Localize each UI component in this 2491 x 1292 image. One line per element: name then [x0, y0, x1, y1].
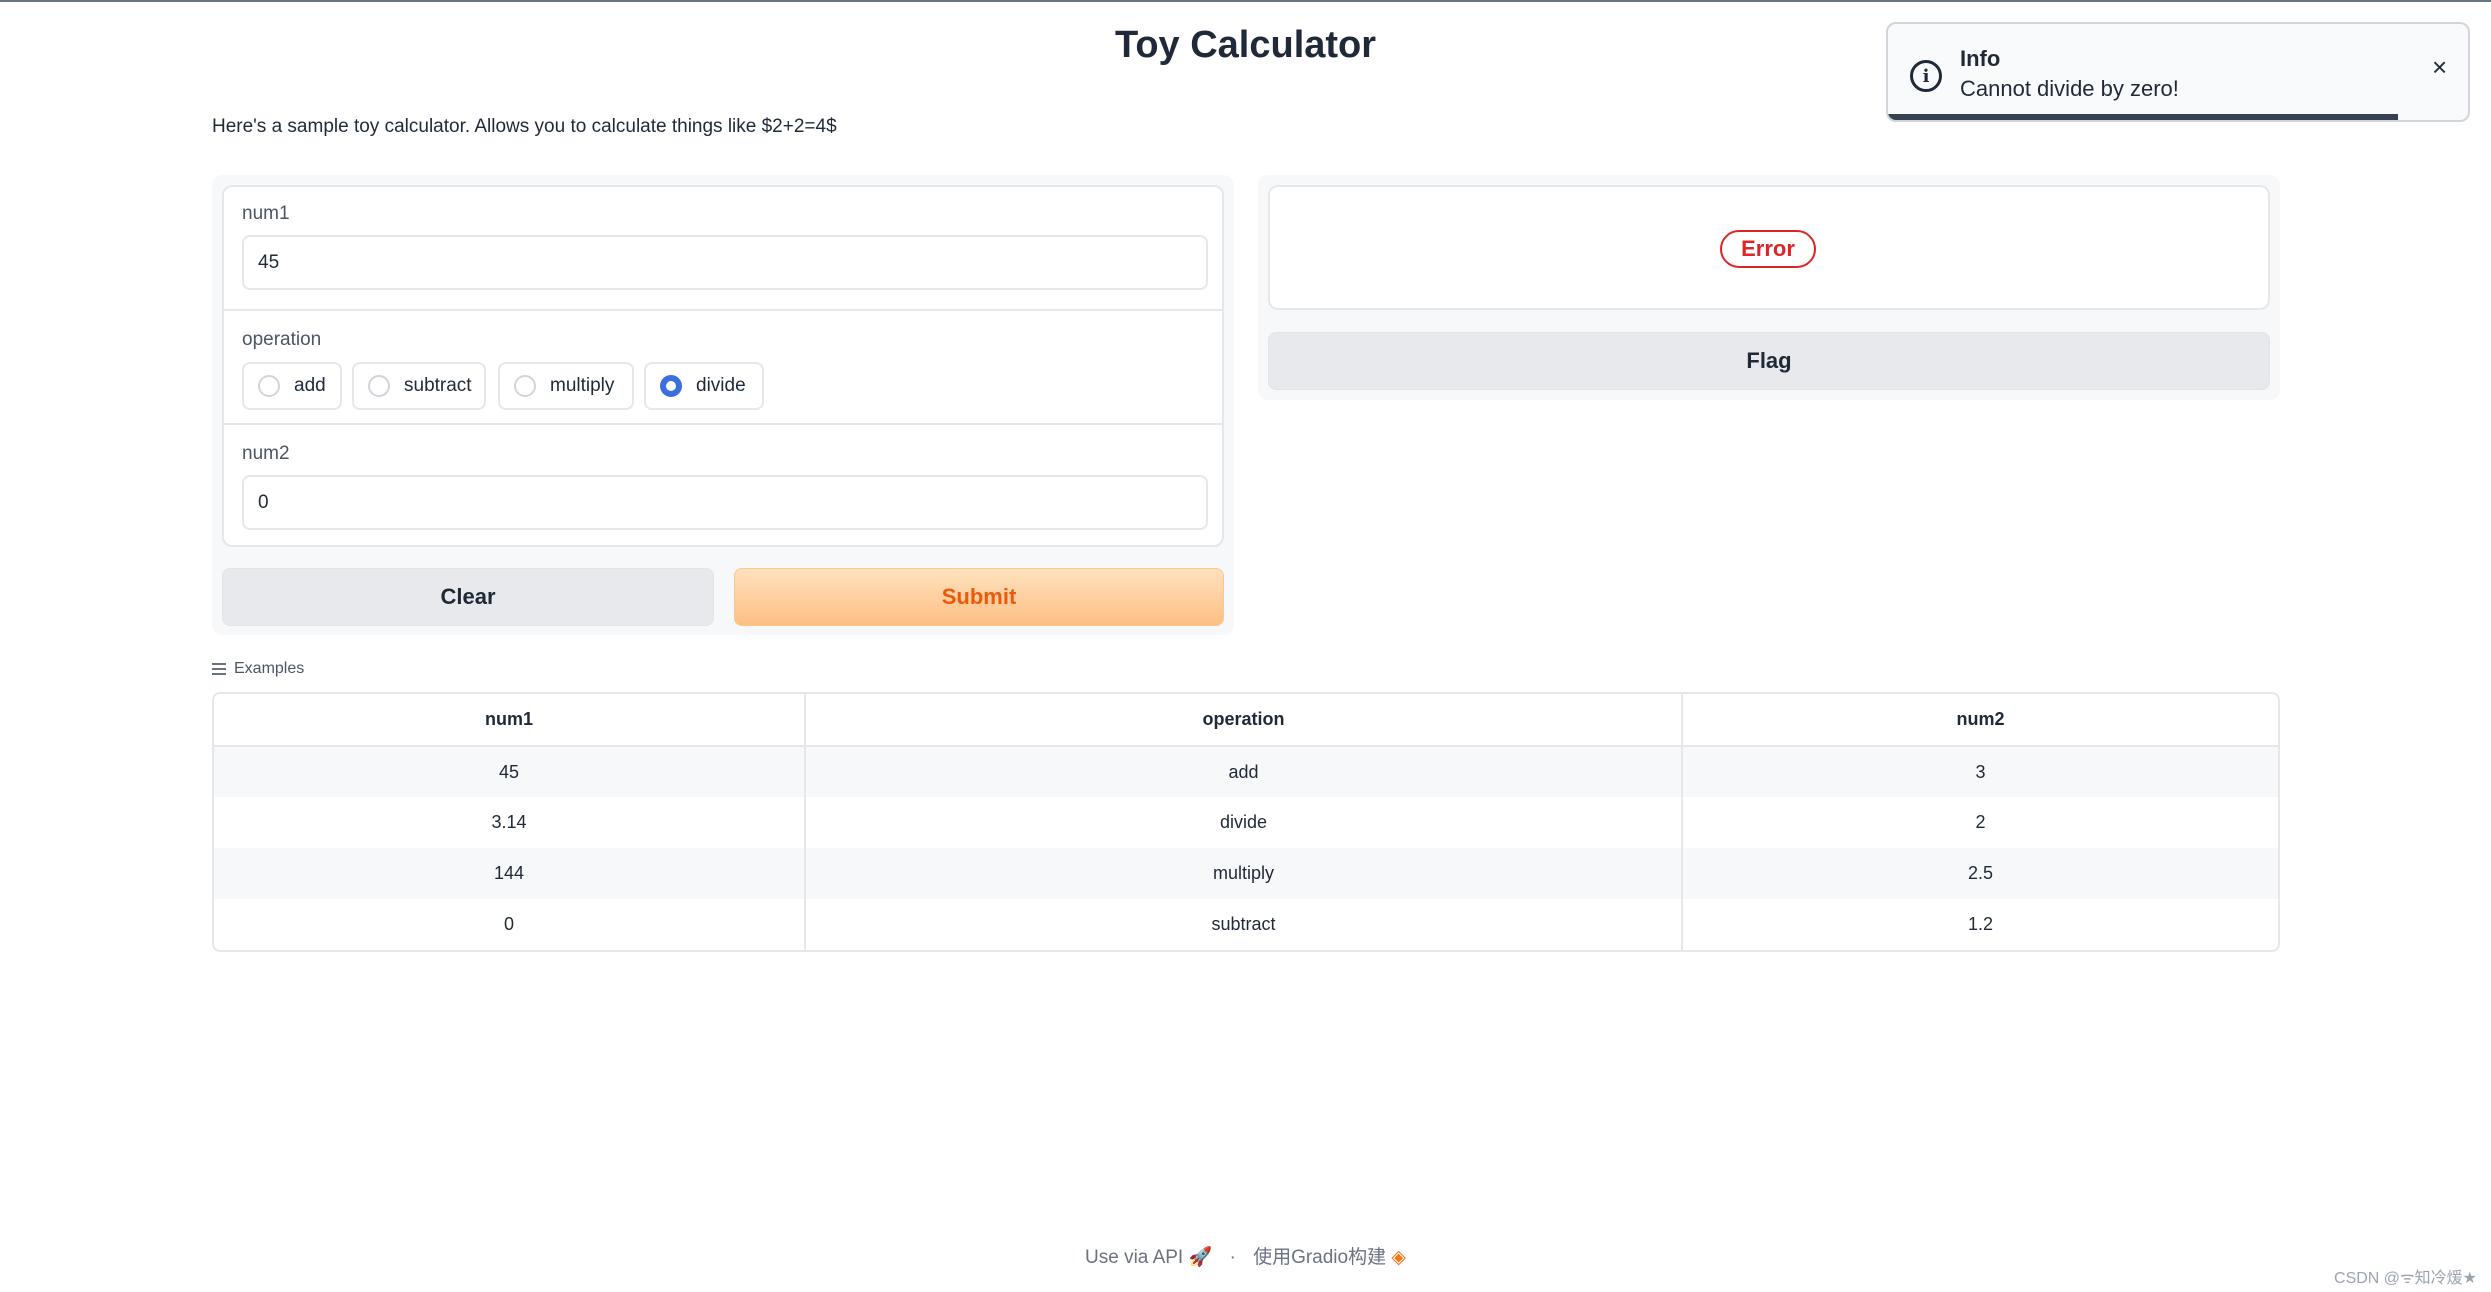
table-cell: subtract — [804, 899, 1682, 950]
num2-label: num2 — [242, 443, 290, 464]
radio-label: multiply — [550, 375, 615, 396]
radio-selected-icon — [660, 375, 682, 397]
radio-label: subtract — [404, 375, 472, 396]
table-row[interactable]: 0 subtract 1.2 — [214, 899, 2278, 950]
column-header-num1: num1 — [214, 694, 805, 747]
examples-table: num1 operation num2 45 add 3 3.14 divide… — [212, 692, 2280, 952]
divider — [224, 309, 1222, 311]
radio-multiply[interactable]: multiply — [498, 362, 634, 410]
radio-circle-icon — [258, 375, 280, 397]
footer: Use via API 🚀 · 使用Gradio构建 ◈ — [0, 1242, 2491, 1269]
built-with-gradio-link[interactable]: 使用Gradio构建 ◈ — [1253, 1247, 1406, 1268]
error-badge: Error — [1720, 230, 1816, 268]
table-cell: 0 — [503, 914, 514, 934]
rocket-icon: 🚀 — [1188, 1247, 1213, 1268]
radio-add[interactable]: add — [242, 362, 342, 410]
table-cell: 45 — [214, 746, 805, 797]
flag-button[interactable]: Flag — [1268, 332, 2270, 390]
top-border — [0, 0, 2491, 2]
table-cell: 144 — [214, 848, 805, 899]
operation-label: operation — [242, 329, 322, 350]
table-row[interactable]: 144 multiply 2.5 — [214, 848, 2278, 899]
num2-input[interactable] — [242, 475, 1208, 530]
radio-circle-icon — [514, 375, 536, 397]
num1-input[interactable] — [242, 235, 1208, 290]
close-icon[interactable]: × — [2432, 52, 2447, 83]
input-form: num1 operation add subtract multiply div… — [222, 185, 1224, 547]
table-cell: divide — [804, 797, 1682, 848]
table-cell: multiply — [804, 848, 1682, 899]
list-icon — [212, 663, 226, 675]
table-cell: 2.5 — [1681, 848, 2278, 899]
table-cell: 3 — [1681, 746, 2278, 797]
table-cell: 2 — [1681, 797, 2278, 848]
table-cell: 1.2 — [1681, 899, 2278, 950]
toast-progress-bar — [1888, 114, 2399, 120]
radio-circle-icon — [368, 375, 390, 397]
use-via-api-link[interactable]: Use via API 🚀 — [1085, 1247, 1212, 1268]
table-row[interactable]: 45 add 3 — [214, 746, 2278, 797]
radio-subtract[interactable]: subtract — [352, 362, 486, 410]
radio-divide[interactable]: divide — [644, 362, 764, 410]
submit-button[interactable]: Submit — [734, 568, 1224, 626]
footer-separator: · — [1229, 1247, 1236, 1268]
column-header-operation: operation — [804, 694, 1682, 747]
toast-title: Info — [1960, 46, 2001, 71]
info-icon: i — [1910, 60, 1942, 92]
examples-header: Examples — [212, 660, 304, 678]
table-row[interactable]: 3.14 divide 2 — [214, 797, 2278, 848]
table-cell: 3.14 — [491, 812, 527, 832]
gradio-logo-icon: ◈ — [1391, 1247, 1406, 1268]
clear-button[interactable]: Clear — [222, 568, 714, 626]
toast-message: Cannot divide by zero! — [1960, 76, 2179, 101]
num1-label: num1 — [242, 203, 290, 224]
table-cell: add — [804, 746, 1682, 797]
radio-label: divide — [696, 375, 746, 396]
column-header-num2: num2 — [1681, 694, 2278, 747]
examples-label: Examples — [234, 660, 305, 677]
watermark: CSDN @ᯤ知冷煖★ — [2334, 1270, 2477, 1287]
divider — [224, 423, 1222, 425]
radio-label: add — [294, 375, 326, 396]
info-toast: i Info Cannot divide by zero! × — [1886, 22, 2470, 122]
page-description: Here's a sample toy calculator. Allows y… — [212, 116, 837, 137]
